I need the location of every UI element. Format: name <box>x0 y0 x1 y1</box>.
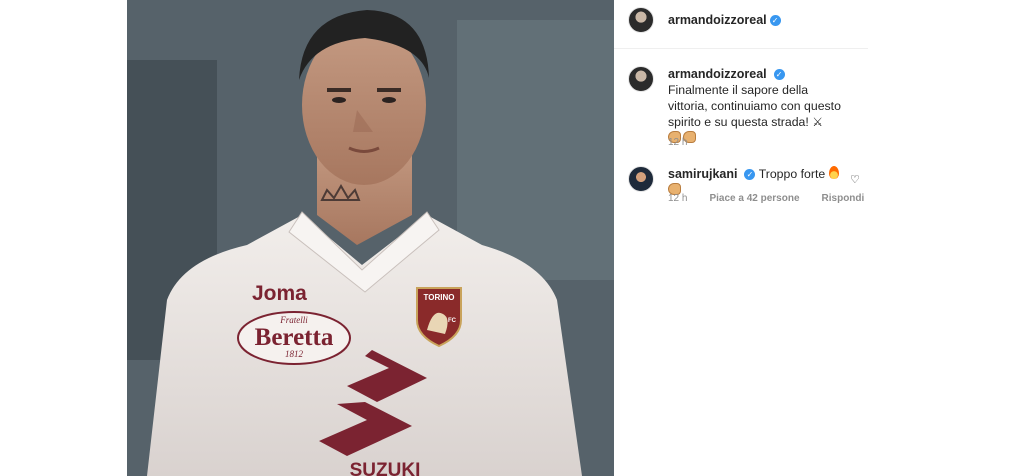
author-username[interactable]: armandoizzoreal <box>668 13 767 27</box>
sponsor-year-text: 1812 <box>285 349 304 359</box>
heart-icon[interactable]: ♡ <box>850 173 860 186</box>
commenter-username[interactable]: samirujkani <box>668 167 737 181</box>
comment-text: Troppo forte <box>758 167 826 181</box>
player-photo-illustration: Joma Fratelli Beretta 1812 TORINO FC SUZ… <box>127 0 614 476</box>
comment-likes[interactable]: Piace a 42 persone <box>709 193 799 204</box>
verified-badge-icon: ✓ <box>769 15 781 26</box>
sponsor-text: Beretta <box>255 324 334 351</box>
post-photo: Joma Fratelli Beretta 1812 TORINO FC SUZ… <box>127 0 614 476</box>
reply-button[interactable]: Rispondi <box>822 193 865 204</box>
commenter-avatar[interactable] <box>628 166 654 192</box>
comment-time[interactable]: 12 h <box>668 193 687 204</box>
comment-meta: 12 h Piace a 42 persone Rispondi <box>668 193 864 204</box>
caption-comment: armandoizzoreal ✓ Finalmente il sapore de… <box>628 66 848 146</box>
shirt-brand-text: Joma <box>252 282 307 305</box>
caption-time[interactable]: 12 h <box>668 137 687 148</box>
main-sponsor-text: SUZUKI <box>350 460 421 476</box>
verified-badge-icon: ✓ <box>773 69 785 80</box>
caption-avatar[interactable] <box>628 66 654 92</box>
caption-meta: 12 h <box>668 137 687 148</box>
post-side-panel: armandoizzoreal ✓ armandoizzoreal ✓ Finalm… <box>614 0 868 476</box>
header-divider <box>614 48 868 49</box>
post-header: armandoizzoreal ✓ <box>628 6 781 34</box>
caption-username[interactable]: armandoizzoreal <box>668 67 767 81</box>
crossed-swords-icon: ⚔ <box>812 115 823 129</box>
crest-fc-text: FC <box>448 318 457 324</box>
crest-club-text: TORINO <box>424 293 455 302</box>
caption-body: armandoizzoreal ✓ Finalmente il sapore de… <box>668 66 848 146</box>
fire-icon <box>828 166 839 179</box>
verified-badge-icon: ✓ <box>744 169 756 180</box>
author-avatar[interactable] <box>628 7 654 33</box>
